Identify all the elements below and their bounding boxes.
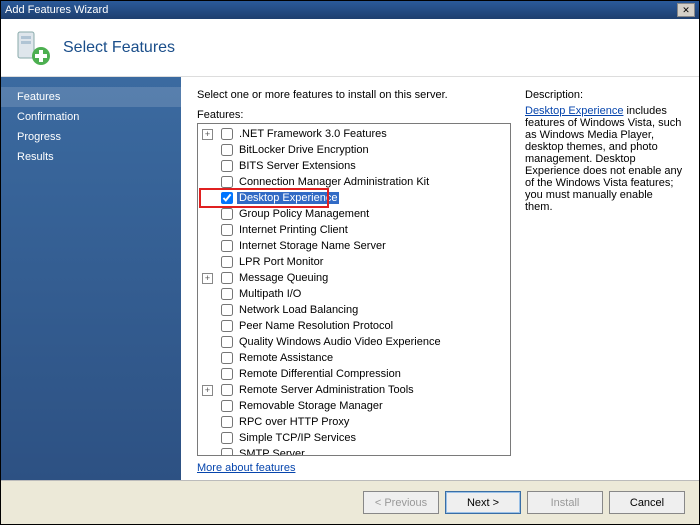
- feature-row[interactable]: Connection Manager Administration Kit: [200, 174, 508, 190]
- sidebar-item-features[interactable]: Features: [1, 87, 181, 107]
- feature-row[interactable]: Desktop Experience: [200, 190, 508, 206]
- feature-label[interactable]: Remote Assistance: [237, 352, 335, 364]
- feature-checkbox[interactable]: [221, 176, 233, 188]
- feature-label[interactable]: Group Policy Management: [237, 208, 371, 220]
- feature-label[interactable]: BitLocker Drive Encryption: [237, 144, 371, 156]
- feature-checkbox[interactable]: [221, 192, 233, 204]
- window-title: Add Features Wizard: [5, 4, 108, 16]
- feature-label[interactable]: Internet Storage Name Server: [237, 240, 388, 252]
- close-button[interactable]: ✕: [677, 3, 695, 17]
- feature-label[interactable]: Remote Server Administration Tools: [237, 384, 416, 396]
- feature-label[interactable]: Peer Name Resolution Protocol: [237, 320, 395, 332]
- wizard-window: Add Features Wizard ✕ Select Features Fe…: [0, 0, 700, 525]
- expand-icon[interactable]: +: [202, 129, 213, 140]
- more-about-features-link[interactable]: More about features: [197, 462, 295, 474]
- feature-row[interactable]: Remote Assistance: [200, 350, 508, 366]
- feature-checkbox[interactable]: [221, 384, 233, 396]
- feature-row[interactable]: SMTP Server: [200, 446, 508, 456]
- feature-label[interactable]: Message Queuing: [237, 272, 330, 284]
- feature-checkbox[interactable]: [221, 336, 233, 348]
- feature-checkbox[interactable]: [221, 416, 233, 428]
- feature-row[interactable]: Removable Storage Manager: [200, 398, 508, 414]
- feature-label[interactable]: Removable Storage Manager: [237, 400, 385, 412]
- feature-checkbox[interactable]: [221, 304, 233, 316]
- feature-row[interactable]: + Remote Server Administration Tools: [200, 382, 508, 398]
- feature-checkbox[interactable]: [221, 240, 233, 252]
- feature-label[interactable]: Connection Manager Administration Kit: [237, 176, 431, 188]
- server-plus-icon: [13, 28, 53, 68]
- header: Select Features: [1, 19, 699, 77]
- feature-row[interactable]: LPR Port Monitor: [200, 254, 508, 270]
- expand-icon[interactable]: +: [202, 385, 213, 396]
- feature-label[interactable]: Network Load Balancing: [237, 304, 360, 316]
- feature-checkbox[interactable]: [221, 272, 233, 284]
- feature-checkbox[interactable]: [221, 288, 233, 300]
- expand-icon[interactable]: +: [202, 273, 213, 284]
- feature-label[interactable]: BITS Server Extensions: [237, 160, 358, 172]
- install-button[interactable]: Install: [527, 491, 603, 514]
- feature-label[interactable]: LPR Port Monitor: [237, 256, 325, 268]
- features-label: Features:: [197, 109, 511, 121]
- feature-checkbox[interactable]: [221, 256, 233, 268]
- sidebar-item-results[interactable]: Results: [1, 147, 181, 167]
- feature-checkbox[interactable]: [221, 400, 233, 412]
- feature-label[interactable]: SMTP Server: [237, 448, 307, 456]
- page-title: Select Features: [63, 39, 175, 57]
- feature-row[interactable]: Remote Differential Compression: [200, 366, 508, 382]
- feature-checkbox[interactable]: [221, 224, 233, 236]
- feature-checkbox[interactable]: [221, 448, 233, 456]
- description-link[interactable]: Desktop Experience: [525, 105, 623, 117]
- feature-label[interactable]: .NET Framework 3.0 Features: [237, 128, 389, 140]
- description-label: Description:: [525, 89, 683, 101]
- feature-row[interactable]: + Message Queuing: [200, 270, 508, 286]
- footer: < Previous Next > Install Cancel: [1, 480, 699, 524]
- feature-label[interactable]: Remote Differential Compression: [237, 368, 403, 380]
- cancel-button[interactable]: Cancel: [609, 491, 685, 514]
- features-tree[interactable]: + .NET Framework 3.0 Features BitLocker Dr…: [197, 123, 511, 456]
- feature-row[interactable]: Network Load Balancing: [200, 302, 508, 318]
- description-text: Desktop Experience includes features of …: [525, 105, 683, 213]
- feature-row[interactable]: Quality Windows Audio Video Experience: [200, 334, 508, 350]
- feature-row[interactable]: Internet Printing Client: [200, 222, 508, 238]
- feature-row[interactable]: Group Policy Management: [200, 206, 508, 222]
- feature-row[interactable]: Internet Storage Name Server: [200, 238, 508, 254]
- sidebar-item-confirmation[interactable]: Confirmation: [1, 107, 181, 127]
- next-button[interactable]: Next >: [445, 491, 521, 514]
- feature-label[interactable]: Desktop Experience: [237, 192, 339, 204]
- feature-row[interactable]: Multipath I/O: [200, 286, 508, 302]
- feature-label[interactable]: Quality Windows Audio Video Experience: [237, 336, 443, 348]
- feature-row[interactable]: + .NET Framework 3.0 Features: [200, 126, 508, 142]
- feature-checkbox[interactable]: [221, 144, 233, 156]
- feature-row[interactable]: Peer Name Resolution Protocol: [200, 318, 508, 334]
- sidebar: FeaturesConfirmationProgressResults: [1, 77, 181, 480]
- feature-row[interactable]: RPC over HTTP Proxy: [200, 414, 508, 430]
- feature-checkbox[interactable]: [221, 368, 233, 380]
- previous-button[interactable]: < Previous: [363, 491, 439, 514]
- feature-label[interactable]: Multipath I/O: [237, 288, 303, 300]
- feature-checkbox[interactable]: [221, 432, 233, 444]
- feature-checkbox[interactable]: [221, 160, 233, 172]
- feature-label[interactable]: RPC over HTTP Proxy: [237, 416, 351, 428]
- feature-row[interactable]: BitLocker Drive Encryption: [200, 142, 508, 158]
- description-body: includes features of Windows Vista, such…: [525, 105, 682, 213]
- feature-checkbox[interactable]: [221, 208, 233, 220]
- feature-checkbox[interactable]: [221, 128, 233, 140]
- feature-row[interactable]: BITS Server Extensions: [200, 158, 508, 174]
- instruction-text: Select one or more features to install o…: [197, 89, 511, 101]
- feature-checkbox[interactable]: [221, 320, 233, 332]
- feature-checkbox[interactable]: [221, 352, 233, 364]
- feature-row[interactable]: Simple TCP/IP Services: [200, 430, 508, 446]
- titlebar: Add Features Wizard ✕: [1, 1, 699, 19]
- feature-label[interactable]: Simple TCP/IP Services: [237, 432, 358, 444]
- feature-label[interactable]: Internet Printing Client: [237, 224, 350, 236]
- sidebar-item-progress[interactable]: Progress: [1, 127, 181, 147]
